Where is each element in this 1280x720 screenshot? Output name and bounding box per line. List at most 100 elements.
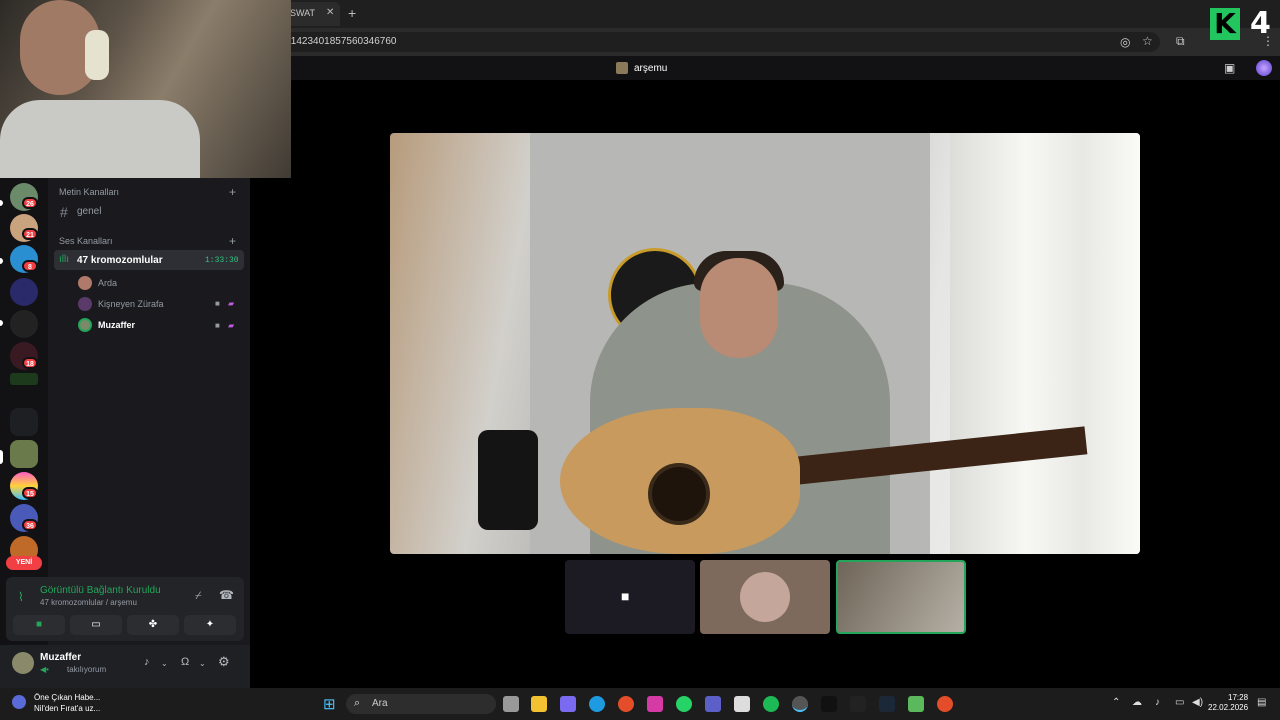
user-panel: [0, 645, 250, 688]
edge-icon[interactable]: [589, 696, 605, 712]
tab-close-icon[interactable]: ✕: [326, 7, 334, 18]
headphones-icon[interactable]: Ω: [181, 656, 189, 668]
windows-start-icon[interactable]: ⊞: [323, 695, 336, 713]
inbox-icon[interactable]: ▣: [1224, 61, 1235, 75]
signal-icon[interactable]: ⌇: [18, 590, 24, 604]
microphone: [478, 430, 538, 530]
whatsapp-icon[interactable]: [676, 696, 692, 712]
server-icon-8[interactable]: [10, 440, 38, 468]
chevron-up-icon[interactable]: ⌃: [1112, 697, 1120, 708]
video-icon: ■: [215, 299, 220, 308]
notification-icon[interactable]: ▤: [1257, 697, 1266, 708]
unread-pill: [0, 450, 3, 464]
spotify-icon[interactable]: [763, 696, 779, 712]
user-avatar[interactable]: [12, 652, 34, 674]
store-icon[interactable]: [734, 696, 750, 712]
star-icon[interactable]: ☆: [1142, 34, 1153, 48]
unread-badge: 36: [22, 519, 38, 531]
new-tab-button[interactable]: +: [348, 5, 356, 21]
gear-icon[interactable]: ⚙: [218, 654, 230, 670]
participant-tile-active[interactable]: [836, 560, 966, 634]
participant-tile[interactable]: [700, 560, 830, 634]
chevron-down-icon[interactable]: ⌄: [199, 659, 206, 668]
user-name[interactable]: Muzaffer: [40, 652, 81, 663]
unread-badge: 18: [22, 357, 38, 369]
unread-badge: 21: [22, 228, 38, 240]
eye-off-icon[interactable]: ◎: [1120, 35, 1130, 49]
taskbar-search[interactable]: Ara: [346, 694, 496, 714]
teams-icon[interactable]: [705, 696, 721, 712]
steam-icon[interactable]: [879, 696, 895, 712]
android-icon[interactable]: [908, 696, 924, 712]
news-widget[interactable]: Öne Çıkan Habe... Nil'den Fırat'a uz...: [34, 692, 100, 714]
folder-icon[interactable]: [10, 408, 38, 436]
avatar: [78, 318, 92, 332]
voice-status[interactable]: Görüntülü Bağlantı Kuruldu: [40, 585, 161, 596]
volume-icon[interactable]: ◀): [1192, 697, 1203, 708]
activity-icon: ▰: [228, 321, 235, 330]
disconnect-icon[interactable]: ☎: [219, 588, 234, 602]
video-icon: ■: [215, 321, 220, 330]
news-title: Öne Çıkan Habe...: [34, 693, 101, 702]
voice-active-icon: ıllı: [59, 254, 69, 265]
unread-badge: 15: [22, 487, 38, 499]
soundboard-button[interactable]: ✦: [184, 615, 236, 635]
extensions-icon[interactable]: ⧉: [1176, 34, 1185, 49]
epic-games-icon[interactable]: [850, 696, 866, 712]
overlay-number: 4: [1250, 6, 1271, 41]
category-voice-channels[interactable]: Ses Kanalları: [59, 236, 113, 246]
voice-member[interactable]: Muzaffer: [78, 317, 135, 333]
voice-timer: 1:33:30: [205, 256, 239, 265]
add-channel-icon[interactable]: +: [229, 234, 236, 248]
hash-icon: #: [60, 204, 68, 220]
new-badge[interactable]: YENİ: [6, 556, 42, 570]
file-explorer-icon[interactable]: [531, 696, 547, 712]
webcam-overlay: [0, 0, 291, 178]
url-field[interactable]: /1423401857560346760: [220, 32, 1160, 52]
chevron-down-icon[interactable]: ⌄: [161, 659, 168, 668]
unread-badge: 26: [22, 197, 38, 209]
camera-icon: ■: [621, 588, 630, 604]
copilot-icon[interactable]: [560, 696, 576, 712]
unread-badge: 8: [22, 260, 38, 272]
instagram-icon[interactable]: [647, 696, 663, 712]
add-channel-icon[interactable]: +: [229, 185, 236, 199]
server-icon-7[interactable]: [10, 373, 38, 385]
network-icon[interactable]: ▭: [1175, 697, 1184, 708]
channel-title-text: arşemu: [634, 62, 668, 74]
member-name: Arda: [98, 278, 118, 288]
member-name: Muzaffer: [98, 320, 136, 330]
microphone-icon[interactable]: ♪: [144, 656, 150, 668]
chrome-icon-2[interactable]: [937, 696, 953, 712]
server-icon: [616, 62, 628, 74]
server-icon-5[interactable]: [10, 310, 38, 338]
member-name: Kişneyen Zürafa: [98, 299, 164, 309]
user-status: takılıyorum: [67, 665, 107, 674]
cloud-icon[interactable]: ☁: [1132, 697, 1142, 708]
voice-member[interactable]: Arda: [78, 275, 117, 291]
server-icon-4[interactable]: [10, 278, 38, 306]
main-video-stream[interactable]: [390, 133, 1140, 554]
avatar: [78, 276, 92, 290]
screen-share-button[interactable]: ▭: [70, 615, 122, 635]
chrome-icon[interactable]: [618, 696, 634, 712]
discord-icon[interactable]: [792, 696, 808, 712]
channel-genel[interactable]: genel: [77, 206, 101, 217]
news-icon[interactable]: [12, 695, 26, 709]
search-icon: ⌕: [354, 697, 361, 709]
system-clock[interactable]: 17:28 22.02.2026: [1208, 693, 1248, 713]
participant-tile-video-off[interactable]: ■: [565, 560, 695, 634]
nitro-icon[interactable]: [1256, 60, 1272, 76]
capcut-icon[interactable]: [821, 696, 837, 712]
avatar: [740, 572, 790, 622]
camera-button[interactable]: ■: [13, 615, 65, 635]
activities-button[interactable]: ✤: [127, 615, 179, 635]
voice-member[interactable]: Kişneyen Zürafa: [78, 296, 164, 312]
noise-suppression-icon[interactable]: ⌿: [195, 590, 202, 603]
mic-tray-icon[interactable]: ♪: [1155, 697, 1160, 708]
activity-icon: ▰: [228, 299, 235, 308]
category-text-channels[interactable]: Metin Kanalları: [59, 187, 119, 197]
task-view-icon[interactable]: [503, 696, 519, 712]
channel-title: arşemu: [616, 62, 667, 74]
voice-location: 47 kromozomlular / arşemu: [40, 598, 137, 607]
